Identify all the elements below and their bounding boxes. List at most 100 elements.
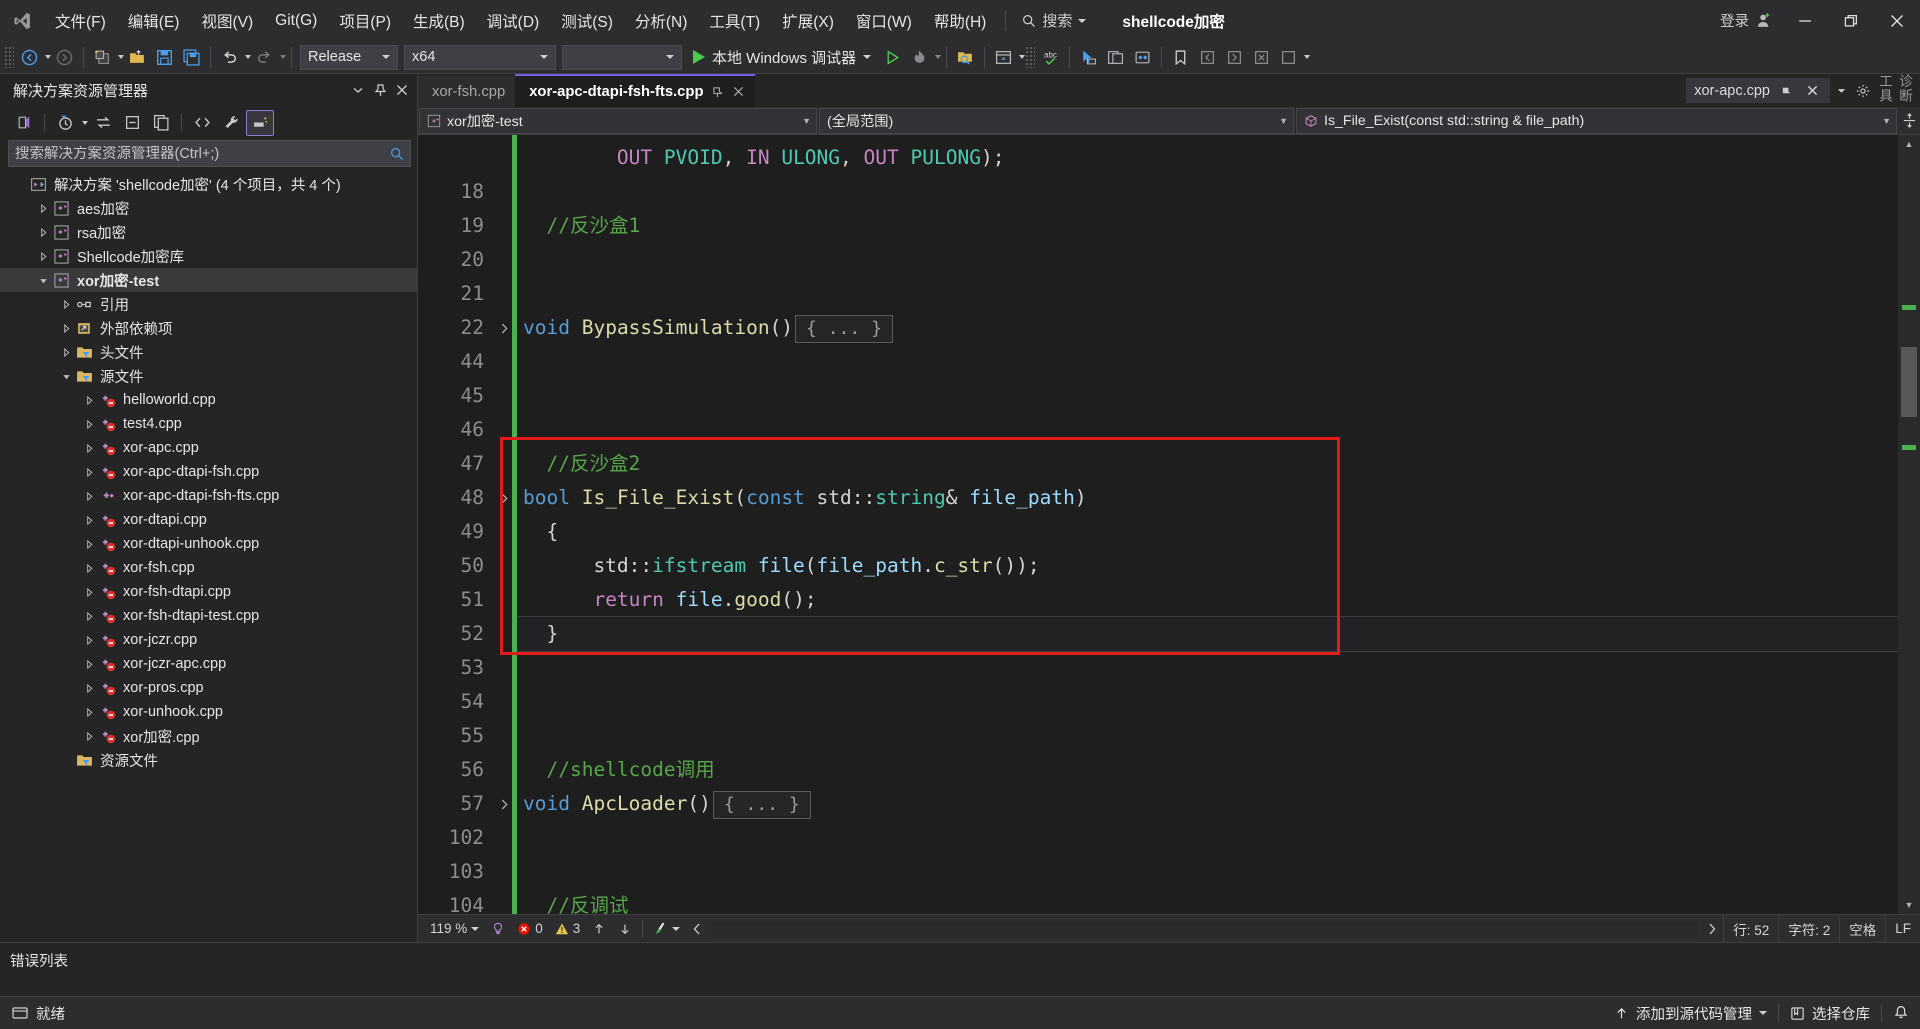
select-element-button[interactable]: [1075, 44, 1102, 71]
chevron-right-icon[interactable]: [58, 348, 75, 357]
code-line[interactable]: //反沙盒1: [517, 209, 1898, 243]
tree-item[interactable]: rsa加密: [0, 220, 417, 244]
redo-button[interactable]: [251, 44, 278, 71]
fold-toggle[interactable]: [496, 787, 512, 821]
code-line[interactable]: //反沙盒2: [517, 447, 1898, 481]
tree-item[interactable]: xor-dtapi.cpp: [0, 508, 417, 532]
error-list-panel[interactable]: 错误列表: [0, 942, 1920, 996]
prev-bookmark-button[interactable]: [1194, 44, 1221, 71]
tree-item[interactable]: 资源文件: [0, 748, 417, 772]
tree-item[interactable]: xor-pros.cpp: [0, 676, 417, 700]
tree-item[interactable]: xor-apc-dtapi-fsh-fts.cpp: [0, 484, 417, 508]
sign-in-button[interactable]: 登录: [1710, 6, 1782, 36]
chevron-right-icon[interactable]: [81, 588, 98, 597]
code-line[interactable]: {: [517, 515, 1898, 549]
panel-close-button[interactable]: [391, 79, 413, 101]
menu-debug[interactable]: 调试(D): [476, 0, 551, 41]
editor-vertical-scrollbar[interactable]: ▲ ▼: [1898, 135, 1920, 914]
chevron-right-icon[interactable]: [81, 492, 98, 501]
code-line[interactable]: return file.good();: [517, 583, 1898, 617]
tree-item[interactable]: 解决方案 'shellcode加密' (4 个项目，共 4 个): [0, 172, 417, 196]
code-line[interactable]: [517, 277, 1898, 311]
menu-project[interactable]: 项目(P): [328, 0, 402, 41]
tree-item[interactable]: test4.cpp: [0, 412, 417, 436]
error-count-indicator[interactable]: 0: [511, 916, 549, 942]
code-view-button[interactable]: [188, 110, 216, 136]
tree-item[interactable]: xor加密-test: [0, 268, 417, 292]
code-line[interactable]: [517, 413, 1898, 447]
prev-issue-button[interactable]: [586, 916, 612, 942]
minimize-button[interactable]: [1782, 0, 1828, 41]
hscroll-left-arrow[interactable]: [686, 916, 708, 942]
tree-item[interactable]: xor-jczr-apc.cpp: [0, 652, 417, 676]
new-project-button[interactable]: [89, 44, 116, 71]
scroll-up-arrow-icon[interactable]: ▲: [1898, 135, 1920, 153]
next-bookmark-button[interactable]: [1221, 44, 1248, 71]
code-text[interactable]: OUT PVOID, IN ULONG, OUT PULONG); //反沙盒1…: [517, 135, 1898, 914]
code-line[interactable]: void ApcLoader(){ ... }: [517, 787, 1898, 821]
right-tab-xor-apc[interactable]: xor-apc.cpp: [1686, 78, 1830, 103]
chevron-right-icon[interactable]: [81, 396, 98, 405]
pending-changes-button[interactable]: [51, 110, 79, 136]
vs-home-button[interactable]: [10, 110, 38, 136]
sync-with-active-button[interactable]: [89, 110, 117, 136]
start-debugging-button[interactable]: 本地 Windows 调试器: [685, 44, 879, 71]
right-tab-float-icon[interactable]: [1777, 80, 1796, 101]
pending-changes-dropdown-icon[interactable]: [82, 121, 88, 125]
diagnostic-tools-vertical-tab[interactable]: 诊断工具: [1874, 74, 1914, 107]
navbar-member-combo[interactable]: Is_File_Exist(const std::string & file_p…: [1296, 108, 1897, 134]
code-line[interactable]: std::ifstream file(file_path.c_str());: [517, 549, 1898, 583]
spellcheck-button[interactable]: abc: [1037, 44, 1064, 71]
tree-item[interactable]: Shellcode加密库: [0, 244, 417, 268]
scroll-down-arrow-icon[interactable]: ▼: [1898, 896, 1920, 914]
code-line[interactable]: [517, 175, 1898, 209]
toggle-bookmark-button[interactable]: [1275, 44, 1302, 71]
document-list-dropdown-icon[interactable]: [1832, 80, 1851, 101]
tree-item[interactable]: xor-fsh-dtapi.cpp: [0, 580, 417, 604]
chevron-right-icon[interactable]: [81, 420, 98, 429]
zoom-level-combo[interactable]: 119 %: [424, 916, 485, 942]
tree-item[interactable]: helloworld.cpp: [0, 388, 417, 412]
chevron-right-icon[interactable]: [81, 612, 98, 621]
panel-options-button[interactable]: [347, 79, 369, 101]
code-line[interactable]: bool Is_File_Exist(const std::string& fi…: [517, 481, 1898, 515]
panel-pin-button[interactable]: [369, 79, 391, 101]
menu-tools[interactable]: 工具(T): [698, 0, 771, 41]
start-without-debugging-button[interactable]: [879, 44, 906, 71]
right-tab-close-icon[interactable]: [1803, 80, 1822, 101]
navbar-project-combo[interactable]: xor加密-test ▼: [419, 108, 817, 134]
hot-reload-dropdown-icon[interactable]: [935, 55, 941, 59]
attach-process-button[interactable]: [1129, 44, 1156, 71]
chevron-right-icon[interactable]: [81, 732, 98, 741]
chevron-right-icon[interactable]: [35, 204, 52, 213]
chevron-right-icon[interactable]: [35, 252, 52, 261]
toolbar-grip[interactable]: [4, 46, 14, 68]
menu-git[interactable]: Git(G): [264, 0, 328, 41]
warning-count-indicator[interactable]: 3: [549, 916, 587, 942]
live-preview-button[interactable]: [1102, 44, 1129, 71]
code-editor[interactable]: 1819202122444546474849505152535455565710…: [418, 135, 1920, 914]
tab-xor-apc-dtapi-fsh-fts[interactable]: xor-apc-dtapi-fsh-fts.cpp: [515, 74, 755, 107]
collapsed-block[interactable]: { ... }: [713, 791, 811, 819]
save-button[interactable]: [151, 44, 178, 71]
next-issue-button[interactable]: [612, 916, 638, 942]
menu-analyze[interactable]: 分析(N): [624, 0, 699, 41]
bookmark-button[interactable]: [1167, 44, 1194, 71]
code-line[interactable]: [517, 345, 1898, 379]
code-line[interactable]: [517, 855, 1898, 889]
indentation-indicator[interactable]: 空格: [1839, 916, 1885, 942]
no-issues-indicator[interactable]: [485, 916, 511, 942]
tab-pin-icon[interactable]: [711, 85, 724, 98]
navbar-scope-combo[interactable]: (全局范围) ▼: [819, 108, 1294, 134]
menu-extensions[interactable]: 扩展(X): [771, 0, 845, 41]
split-editor-button[interactable]: [1898, 107, 1920, 135]
solution-explorer-search[interactable]: [8, 140, 411, 167]
extra-combo[interactable]: [562, 45, 682, 70]
preview-selected-items-button[interactable]: [246, 110, 274, 136]
code-line[interactable]: [517, 719, 1898, 753]
scroll-thumb[interactable]: [1901, 347, 1917, 417]
code-line[interactable]: [517, 685, 1898, 719]
tree-item[interactable]: xor-apc.cpp: [0, 436, 417, 460]
tree-item[interactable]: xor-apc-dtapi-fsh.cpp: [0, 460, 417, 484]
menu-help[interactable]: 帮助(H): [923, 0, 998, 41]
